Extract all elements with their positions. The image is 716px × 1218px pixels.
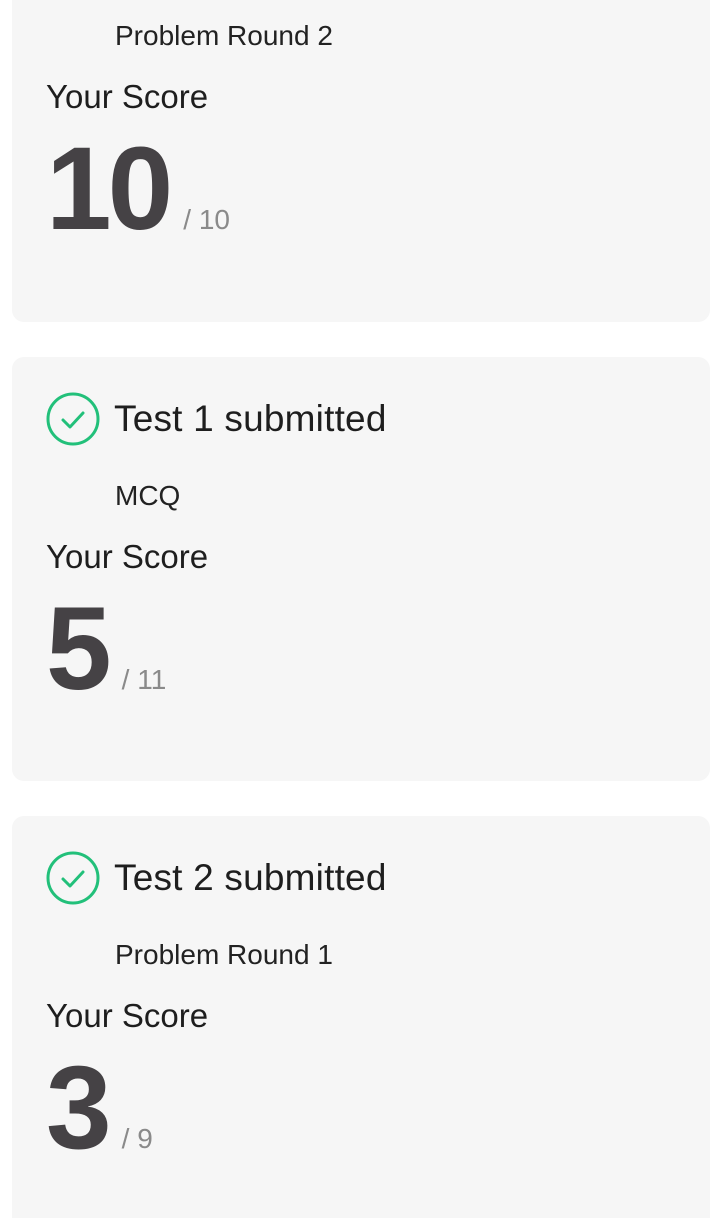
round-name: Problem Round 1	[115, 939, 333, 970]
score-display: 10 / 10	[46, 130, 230, 248]
submission-status: Test 2 submitted	[46, 850, 387, 906]
submission-status: Test 1 submitted	[46, 391, 387, 447]
round-name: MCQ	[115, 480, 181, 511]
score-display: 5 / 11	[46, 590, 166, 708]
score-label: Your Score	[46, 997, 209, 1034]
status-text: Test 2 submitted	[114, 857, 387, 898]
test-result-card: Test 1 submitted MCQ Your Score 5 / 11	[12, 357, 710, 781]
score-value: 5	[46, 583, 112, 715]
round-name: Problem Round 2	[115, 20, 333, 51]
score-total: / 10	[183, 204, 230, 235]
score-value: 10	[46, 123, 173, 255]
status-text: Test 1 submitted	[114, 398, 387, 439]
test-result-card: Problem Round 2 Your Score 10 / 10	[12, 0, 710, 322]
test-result-card: Test 2 submitted Problem Round 1 Your Sc…	[12, 816, 710, 1218]
check-circle-icon	[46, 392, 100, 446]
score-total: / 9	[121, 1123, 153, 1154]
score-display: 3 / 9	[46, 1049, 153, 1167]
score-total: / 11	[121, 664, 167, 695]
score-label: Your Score	[46, 538, 209, 575]
score-label: Your Score	[46, 78, 209, 115]
test-results-feed: Problem Round 2 Your Score 10 / 10 Test …	[0, 0, 716, 1218]
check-circle-icon	[46, 851, 100, 905]
score-value: 3	[46, 1042, 112, 1174]
